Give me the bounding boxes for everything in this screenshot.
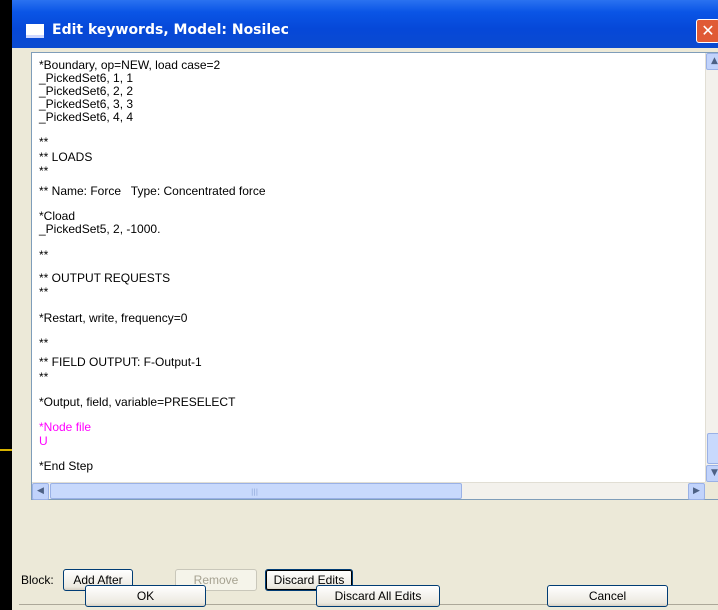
keyword-line: *End Step — [39, 459, 94, 473]
keyword-line: _PickedSet6, 4, 4 — [39, 110, 134, 124]
keyword-line: ** FIELD OUTPUT: F-Output-1 — [39, 355, 202, 369]
background-desktop — [0, 0, 12, 610]
keyword-line: ** LOADS — [39, 150, 93, 164]
keyword-line: ** — [39, 164, 49, 178]
edit-keywords-dialog: Edit keywords, Model: Nosilec ✕ *Boundar… — [12, 0, 718, 610]
scroll-up-arrow-icon[interactable]: ▲ — [706, 53, 718, 70]
title-bar[interactable]: Edit keywords, Model: Nosilec — [12, 0, 718, 48]
keywords-text-area[interactable]: *Boundary, op=NEW, load case=2 _PickedSe… — [32, 53, 705, 482]
vertical-scrollbar[interactable]: ▲ ▼ — [705, 53, 718, 482]
keyword-line: ** — [39, 336, 49, 350]
window-icon — [26, 24, 44, 38]
scroll-left-arrow-icon[interactable]: ◀ — [32, 483, 49, 500]
window-title: Edit keywords, Model: Nosilec — [52, 22, 289, 38]
keyword-line: _PickedSet5, 2, -1000. — [39, 222, 161, 236]
desktop-marker — [0, 449, 12, 451]
keywords-editor[interactable]: *Boundary, op=NEW, load case=2 _PickedSe… — [31, 52, 718, 500]
keyword-line-highlighted: U — [39, 434, 48, 448]
scroll-right-arrow-icon[interactable]: ▶ — [688, 483, 705, 500]
keyword-line: ** — [39, 370, 49, 384]
scroll-down-arrow-icon[interactable]: ▼ — [706, 465, 718, 482]
vertical-scroll-thumb[interactable] — [707, 433, 718, 464]
keyword-line: ** — [39, 285, 49, 299]
horizontal-scrollbar[interactable]: ◀ ||| ▶ — [32, 482, 705, 500]
horizontal-scroll-thumb[interactable]: ||| — [50, 483, 462, 499]
scroll-corner — [705, 482, 718, 499]
keyword-line: *Output, field, variable=PRESELECT — [39, 395, 236, 409]
cancel-button[interactable]: Cancel — [547, 585, 668, 607]
keyword-line: ** — [39, 135, 49, 149]
keyword-line-highlighted: *Node file — [39, 420, 92, 434]
discard-all-edits-button[interactable]: Discard All Edits — [316, 585, 440, 607]
ok-button[interactable]: OK — [85, 585, 206, 607]
keyword-line: ** Name: Force Type: Concentrated force — [39, 184, 266, 198]
keyword-line: *Restart, write, frequency=0 — [39, 311, 188, 325]
keyword-line: ** OUTPUT REQUESTS — [39, 271, 171, 285]
keyword-line: ** — [39, 248, 49, 262]
close-button[interactable]: ✕ — [696, 19, 718, 43]
block-label: Block: — [21, 573, 54, 587]
scroll-grip-icon: ||| — [251, 488, 259, 496]
